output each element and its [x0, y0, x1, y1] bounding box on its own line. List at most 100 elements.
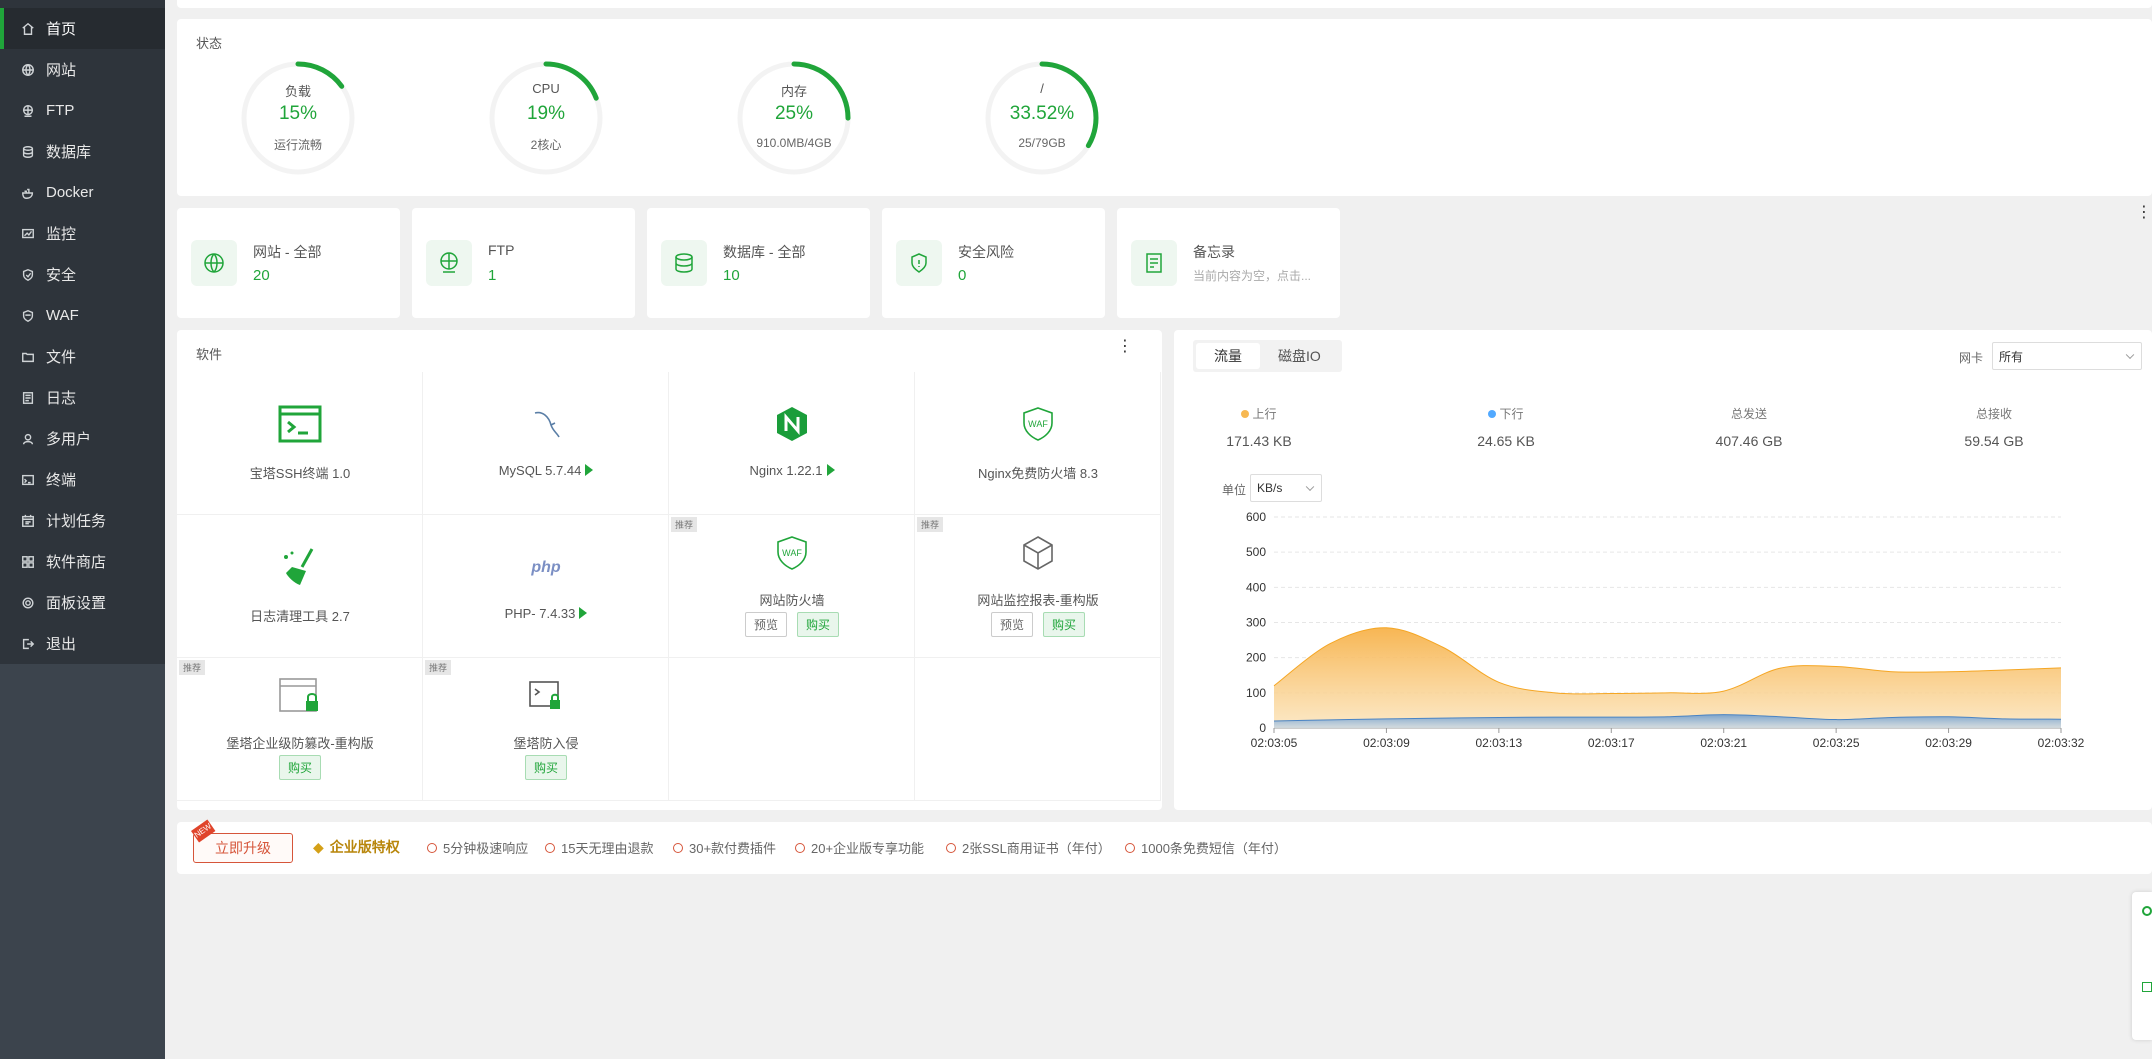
mysql-icon — [522, 400, 570, 448]
stat-card-0[interactable]: 网站 - 全部 20 — [177, 208, 400, 318]
customer-service-icon[interactable] — [2142, 906, 2152, 916]
status-ring-0[interactable]: 负载 15% 运行流畅 — [240, 60, 356, 176]
software-menu-icon[interactable]: ⋮ — [1117, 339, 1133, 355]
buy-button[interactable]: 购买 — [1043, 612, 1086, 637]
sidebar-item-label: 首页 — [46, 21, 77, 38]
play-icon[interactable] — [585, 464, 594, 476]
ring-value: 25% — [774, 103, 814, 124]
software-item-0[interactable]: 宝塔SSH终端 1.0 — [177, 372, 423, 515]
recommend-tag: 推荐 — [671, 517, 698, 532]
software-panel: 软件 ⋮ 宝塔SSH终端 1.0 MySQL 5.7.44 Nginx 1.22.1… — [177, 330, 1162, 810]
database-icon — [661, 240, 707, 286]
software-item-2[interactable]: Nginx 1.22.1 — [669, 372, 915, 515]
sidebar-item-2[interactable]: FTP — [0, 90, 165, 131]
card-value: 1 — [488, 267, 497, 284]
sidebar-item-5[interactable]: 监控 — [0, 213, 165, 254]
sidebar-item-10[interactable]: 多用户 — [0, 418, 165, 459]
buy-button[interactable]: 购买 — [524, 755, 567, 780]
sidebar-item-9[interactable]: 日志 — [0, 377, 165, 418]
more-options-icon[interactable]: ⋮ — [2136, 205, 2152, 228]
software-item-9[interactable]: 推荐堡塔防入侵购买 — [423, 658, 669, 801]
sidebar-item-6[interactable]: 安全 — [0, 254, 165, 295]
software-name: 堡塔企业级防篡改-重构版 — [226, 736, 374, 751]
software-empty-cell — [669, 658, 915, 801]
ring-label: 负载 — [284, 84, 311, 99]
x-tick-label: 02:03:32 — [2038, 736, 2085, 750]
ssh-terminal-icon — [276, 400, 324, 448]
card-value: 20 — [253, 267, 270, 284]
software-item-8[interactable]: 推荐堡塔企业级防篡改-重构版购买 — [177, 658, 423, 801]
floating-service-bar[interactable] — [2132, 892, 2152, 1040]
status-ring-2[interactable]: 内存 25% 910.0MB/4GB — [736, 60, 852, 176]
waf-icon — [20, 308, 36, 324]
feature-icon — [946, 842, 956, 853]
play-icon[interactable] — [826, 464, 835, 476]
software-name: 堡塔防入侵 — [513, 736, 579, 751]
ftp-icon — [20, 103, 36, 119]
upgrade-feature-0: 5分钟极速响应 — [427, 838, 528, 857]
buy-button[interactable]: 购买 — [278, 755, 321, 780]
sidebar-item-15[interactable]: 退出 — [0, 623, 165, 664]
lock-browser-icon — [276, 672, 324, 720]
software-item-1[interactable]: MySQL 5.7.44 — [423, 372, 669, 515]
status-ring-1[interactable]: CPU 19% 2核心 — [488, 60, 604, 176]
software-actions: 预览 购买 — [669, 612, 915, 637]
status-ring-3[interactable]: / 33.52% 25/79GB — [984, 60, 1100, 176]
ring-value: 19% — [526, 103, 566, 124]
software-item-5[interactable]: php PHP- 7.4.33 — [423, 515, 669, 658]
preview-button[interactable]: 预览 — [990, 612, 1033, 637]
ring-label: / — [1040, 81, 1044, 96]
sidebar-item-11[interactable]: 终端 — [0, 459, 165, 500]
feedback-icon[interactable] — [2142, 982, 2152, 992]
svg-text:WAF: WAF — [782, 548, 802, 558]
nginx-icon — [768, 400, 816, 448]
sidebar-menu: 首页网站 FTP 数据库 Docker 监控 安全 WAF 文件 日志 多用户 终端 计划任务 软件商店… — [0, 0, 165, 664]
sidebar-item-14[interactable]: 面板设置 — [0, 582, 165, 623]
recommend-tag: 推荐 — [917, 517, 944, 532]
preview-button[interactable]: 预览 — [744, 612, 787, 637]
buy-button[interactable]: 购买 — [797, 612, 840, 637]
upgrade-feature-3: 20+企业版专享功能 — [795, 838, 924, 857]
sidebar-item-0[interactable]: 首页 — [0, 8, 165, 49]
sidebar-item-4[interactable]: Docker — [0, 172, 165, 213]
y-tick-label: 200 — [1246, 651, 1266, 665]
sidebar: 首页网站 FTP 数据库 Docker 监控 安全 WAF 文件 日志 多用户 终端 计划任务 软件商店… — [0, 0, 165, 1059]
software-title: 软件 — [196, 347, 223, 362]
ring-sub: 2核心 — [530, 138, 562, 152]
sidebar-item-label: WAF — [46, 307, 79, 324]
feature-icon — [673, 842, 683, 853]
note-icon — [1131, 240, 1177, 286]
svg-text:php: php — [530, 559, 561, 576]
card-value: 0 — [958, 267, 967, 284]
sidebar-item-label: Docker — [46, 184, 94, 201]
recommend-tag: 推荐 — [179, 660, 206, 675]
globe-icon — [20, 62, 36, 78]
software-name: 网站监控报表-重构版 — [977, 593, 1099, 608]
software-item-3[interactable]: WAF Nginx免费防火墙 8.3 — [915, 372, 1161, 515]
x-tick-label: 02:03:21 — [1700, 736, 1747, 750]
svg-text:WAF: WAF — [1028, 419, 1048, 429]
card-value: 当前内容为空，点击... — [1193, 269, 1312, 283]
sidebar-item-1[interactable]: 网站 — [0, 49, 165, 90]
sidebar-item-3[interactable]: 数据库 — [0, 131, 165, 172]
shield-icon — [896, 240, 942, 286]
play-icon[interactable] — [579, 607, 588, 619]
stat-card-2[interactable]: 数据库 - 全部 10 — [647, 208, 870, 318]
upgrade-button[interactable]: 立即升级 — [193, 833, 293, 863]
sidebar-item-7[interactable]: WAF — [0, 295, 165, 336]
x-tick-label: 02:03:17 — [1588, 736, 1635, 750]
feature-icon — [545, 842, 555, 853]
sidebar-item-label: 数据库 — [46, 144, 92, 161]
software-item-4[interactable]: 日志清理工具 2.7 — [177, 515, 423, 658]
sidebar-item-12[interactable]: 计划任务 — [0, 500, 165, 541]
sidebar-item-13[interactable]: 软件商店 — [0, 541, 165, 582]
software-item-7[interactable]: 推荐网站监控报表-重构版预览 购买 — [915, 515, 1161, 658]
stat-card-4[interactable]: 备忘录 当前内容为空，点击... — [1117, 208, 1340, 318]
upgrade-feature-4: 2张SSL商用证书（年付） — [946, 838, 1111, 857]
software-item-6[interactable]: 推荐 WAF 网站防火墙 预览 购买 — [669, 515, 915, 658]
stat-card-3[interactable]: 安全风险 0 — [882, 208, 1105, 318]
recommend-tag: 推荐 — [425, 660, 452, 675]
sidebar-item-8[interactable]: 文件 — [0, 336, 165, 377]
users-icon — [20, 431, 36, 447]
stat-card-1[interactable]: FTP 1 — [412, 208, 635, 318]
